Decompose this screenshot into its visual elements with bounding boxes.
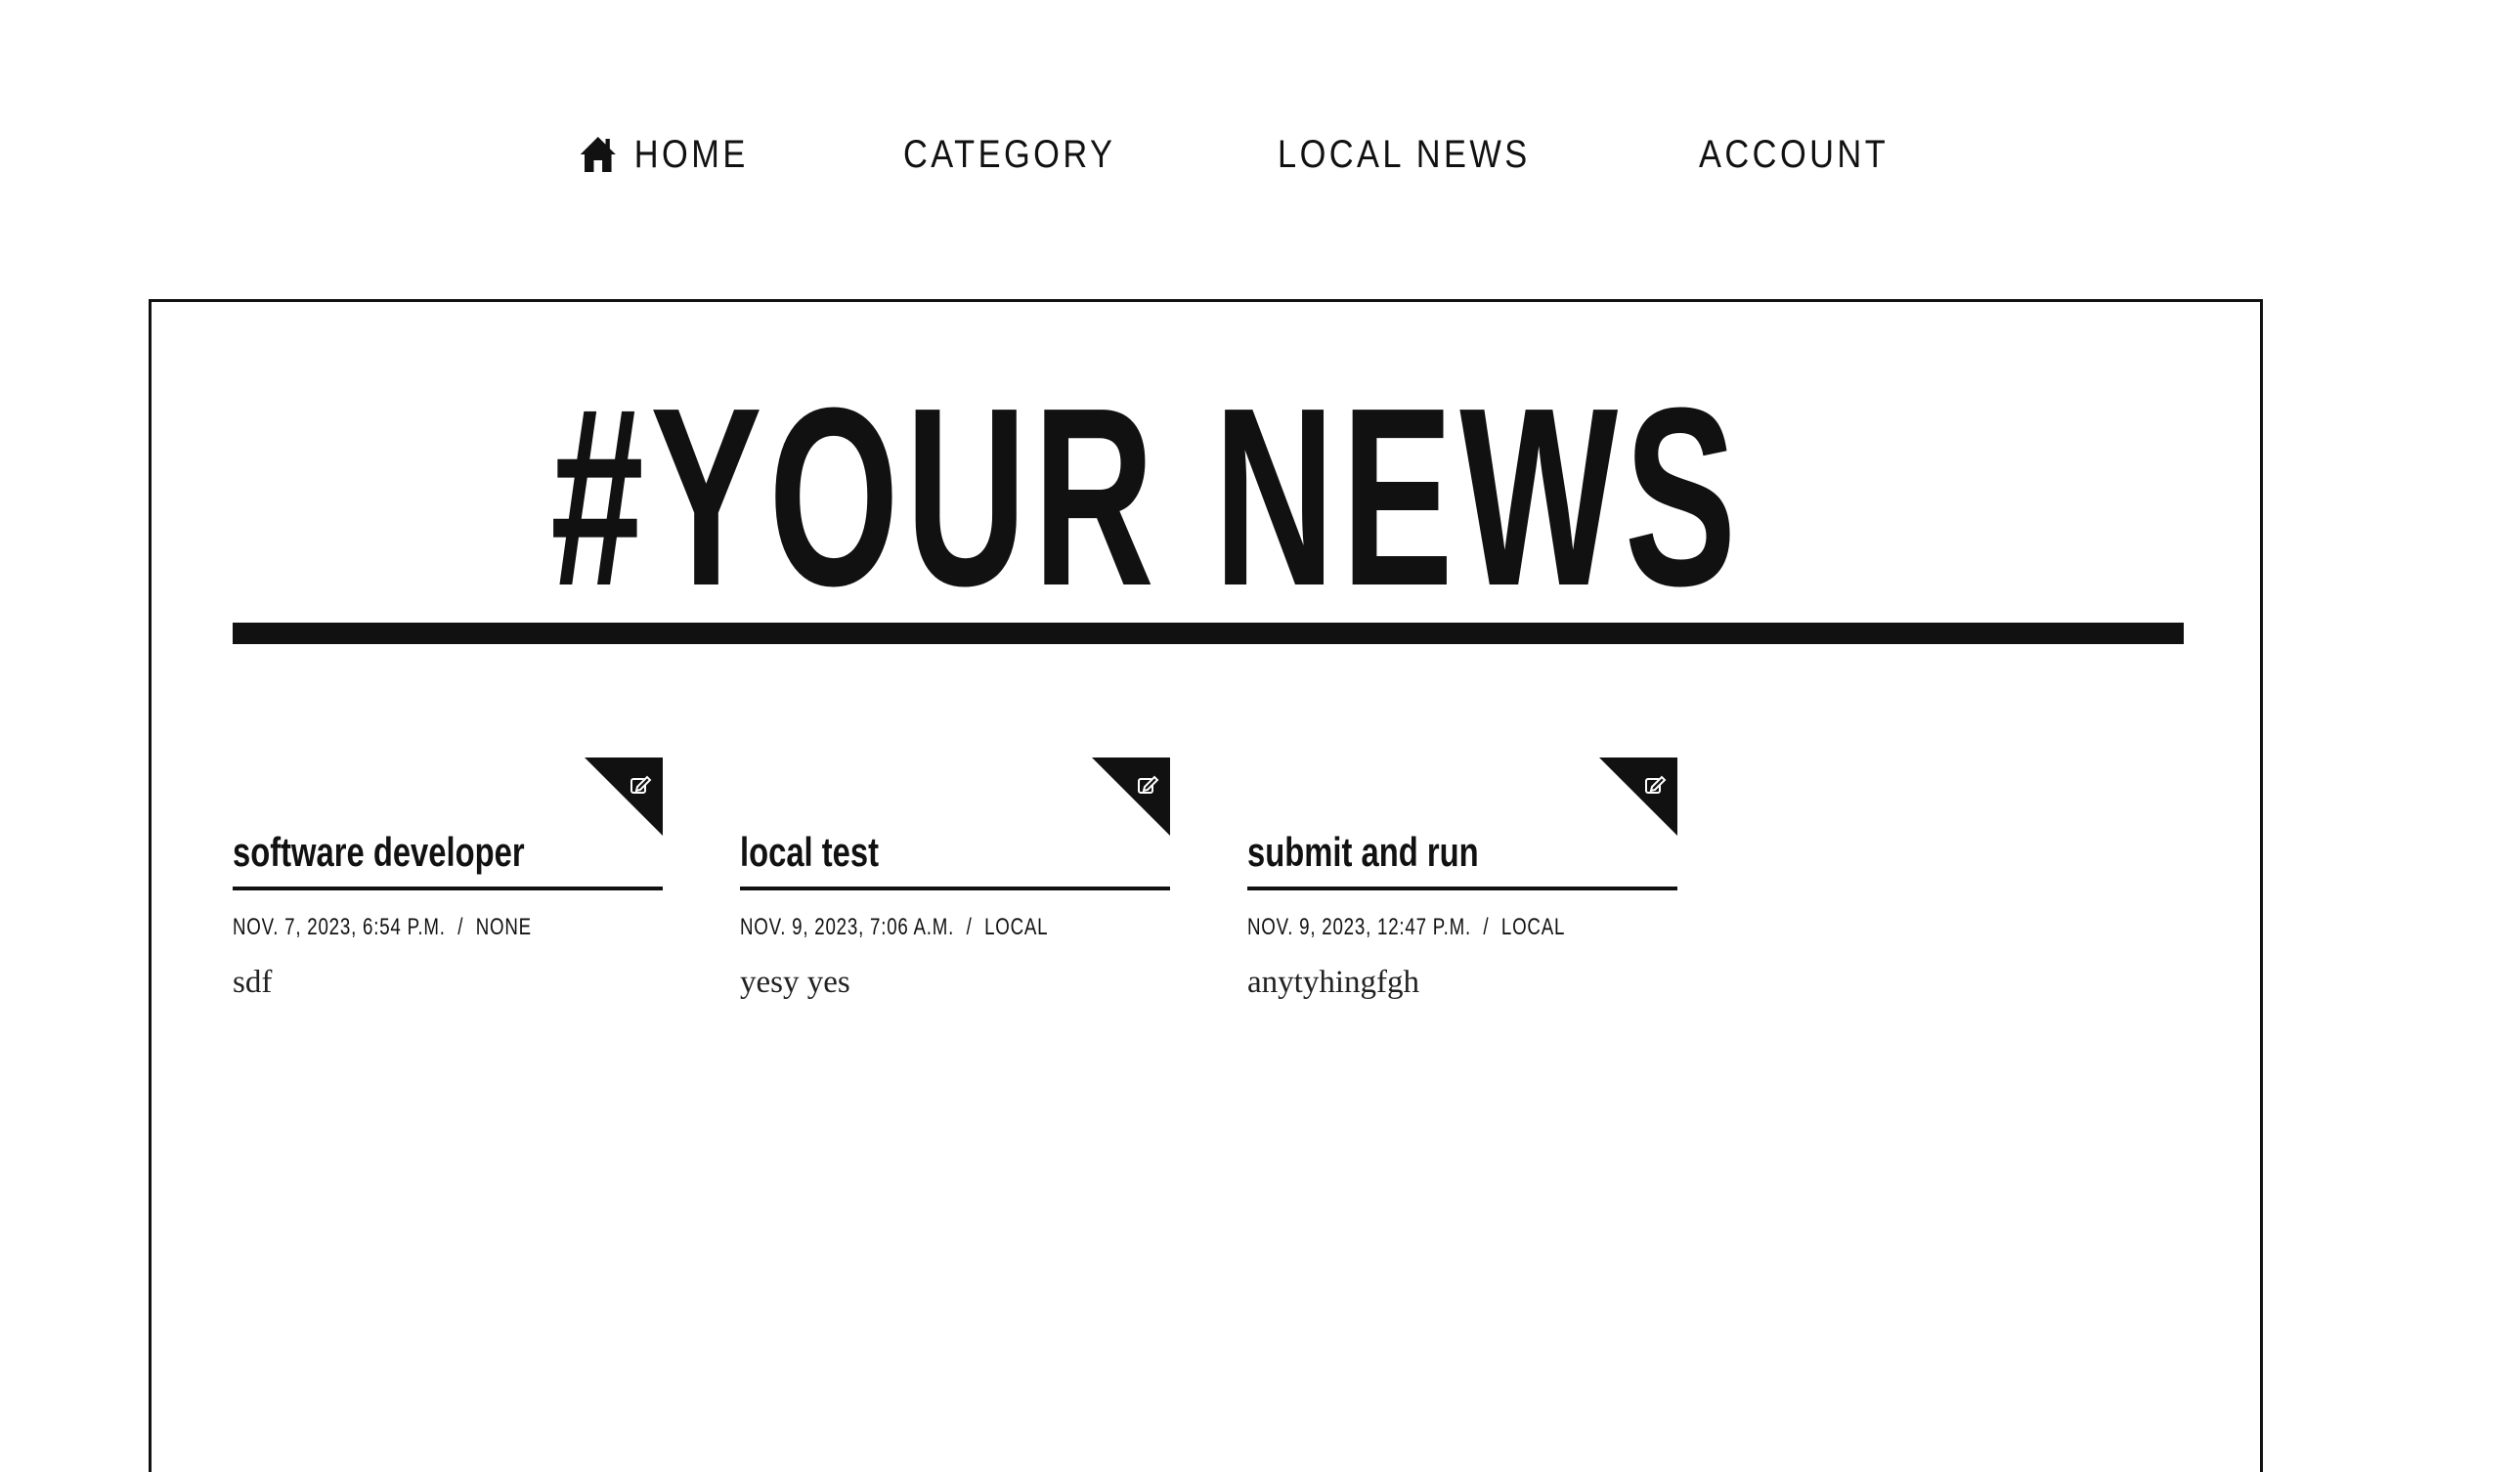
edit-icon (1092, 758, 1170, 836)
edit-icon (585, 758, 663, 836)
meta-separator: / (457, 914, 464, 940)
edit-button[interactable] (1599, 758, 1677, 836)
article-title[interactable]: software developer (233, 832, 568, 883)
article-body: sdf (233, 965, 273, 1000)
edit-button[interactable] (585, 758, 663, 836)
edit-icon (1599, 758, 1677, 836)
edit-button[interactable] (1092, 758, 1170, 836)
article-meta: NOV. 7, 2023, 6:54 P.M. / NONE (233, 914, 568, 943)
news-panel: #YOUR NEWS software developer NOV. 7, 20… (149, 299, 2263, 1472)
nav-item-account[interactable]: ACCOUNT (1699, 133, 1889, 177)
meta-separator: / (966, 914, 973, 940)
article-date: NOV. 9, 2023, 7:06 A.M. (740, 914, 955, 940)
article-divider (1247, 887, 1677, 890)
nav-item-local-news[interactable]: LOCAL NEWS (1278, 133, 1531, 177)
page-title: #YOUR NEWS (550, 356, 1744, 639)
article-title[interactable]: submit and run (1247, 832, 1583, 883)
article-category[interactable]: NONE (476, 914, 532, 940)
article-meta: NOV. 9, 2023, 12:47 P.M. / LOCAL (1247, 914, 1583, 943)
article-divider (233, 887, 663, 890)
article-title[interactable]: local test (740, 832, 1075, 883)
article-card: local test NOV. 9, 2023, 7:06 A.M. / LOCAL… (740, 758, 1170, 1001)
masthead-divider (233, 623, 2184, 644)
article-category[interactable]: LOCAL (984, 914, 1048, 940)
nav-item-label: LOCAL NEWS (1277, 132, 1531, 176)
nav-item-category[interactable]: CATEGORY (903, 133, 1115, 177)
home-icon (580, 137, 616, 172)
article-divider (740, 887, 1170, 890)
nav-item-home[interactable]: HOME (579, 133, 749, 177)
nav-item-label: HOME (633, 132, 749, 176)
article-card: software developer NOV. 7, 2023, 6:54 P.… (233, 758, 663, 1001)
nav-item-label: ACCOUNT (1698, 132, 1889, 176)
article-body: yesy yes (740, 965, 850, 1000)
article-body: anytyhingfgh (1247, 965, 1419, 1000)
meta-separator: / (1483, 914, 1490, 940)
article-date: NOV. 7, 2023, 6:54 P.M. (233, 914, 446, 940)
article-meta: NOV. 9, 2023, 7:06 A.M. / LOCAL (740, 914, 1075, 943)
article-category[interactable]: LOCAL (1501, 914, 1565, 940)
article-list: software developer NOV. 7, 2023, 6:54 P.… (233, 758, 1755, 1001)
main-nav: HOME CATEGORY LOCAL NEWS ACCOUNT (579, 125, 2046, 184)
article-date: NOV. 9, 2023, 12:47 P.M. (1247, 914, 1471, 940)
nav-item-label: CATEGORY (903, 132, 1116, 176)
article-card: submit and run NOV. 9, 2023, 12:47 P.M. /… (1247, 758, 1677, 1001)
